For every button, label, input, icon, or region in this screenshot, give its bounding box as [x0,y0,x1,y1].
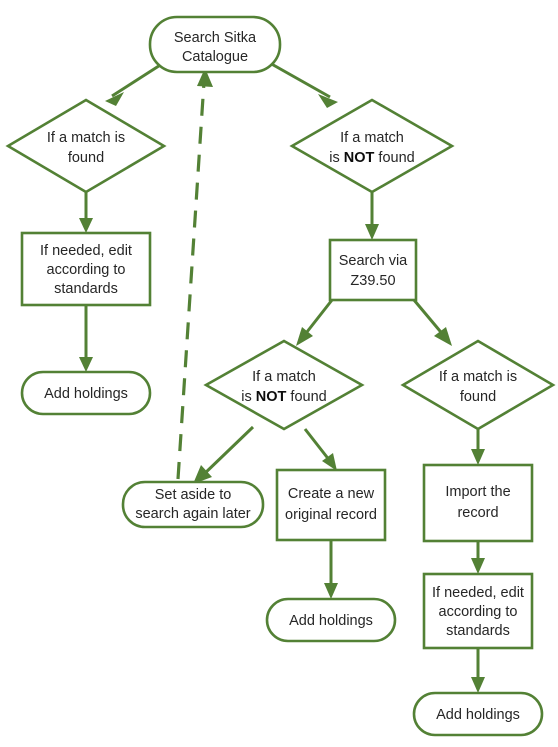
node-match-not-found-2[interactable]: If a match is NOT found [203,339,365,431]
edge-edit-standards-2-to-add-holdings-3 [471,648,485,693]
flowchart-diagram: Search Sitka Catalogue If a match is fou… [0,0,558,747]
edge-match-found-1-to-edit-standards-1 [79,192,93,233]
edge-match-not-found-1-to-search-z3950 [365,192,379,240]
edge-edit-standards-1-to-add-holdings-1 [79,305,93,372]
node-set-aside[interactable]: Set aside to search again later [121,480,265,529]
node-search-catalogue-line1: Search Sitka [174,30,257,46]
node-match-not-found-1[interactable]: If a match is NOT found [289,98,455,194]
node-add-holdings-1[interactable]: Add holdings [20,370,152,416]
edge-set-aside-to-search-catalogue-dashed [176,68,213,480]
node-search-z3950[interactable]: Search via Z39.50 [328,238,418,302]
nf1-c: found [374,150,414,166]
node-set-aside-line1: Set aside to [155,487,232,503]
node-import-record[interactable]: Import the record [422,463,534,543]
nf2-a: is [241,389,256,405]
edge-search-catalogue-to-match-not-found-1 [267,60,338,108]
node-set-aside-line2: search again later [135,506,250,522]
node-edit-standards-1[interactable]: If needed, edit according to standards [20,231,152,307]
node-match-found-2-line1: If a match is [439,369,517,385]
edge-match-not-found-2-to-set-aside [193,425,255,484]
node-match-found-1-line1: If a match is [47,130,125,146]
node-search-z3950-line1: Search via [339,253,408,269]
nf1-a: is [329,150,344,166]
node-match-not-found-2-line2: is NOT found [241,389,326,405]
node-add-holdings-1-label: Add holdings [44,386,128,402]
node-match-found-1[interactable]: If a match is found [5,98,167,194]
node-match-not-found-2-line1: If a match [252,369,316,385]
node-match-found-2-line2: found [460,389,496,405]
node-edit-standards-2-line2: according to [439,604,518,620]
node-edit-standards-2-line3: standards [446,623,510,639]
node-match-found-2[interactable]: If a match is found [400,339,556,431]
nf1-b: NOT [344,150,375,166]
node-create-record-line2: original record [285,507,377,523]
edge-search-catalogue-to-match-found-1 [105,60,166,106]
node-search-catalogue[interactable]: Search Sitka Catalogue [148,15,282,74]
node-edit-standards-2-line1: If needed, edit [432,585,524,601]
node-match-found-1-line2: found [68,150,104,166]
edge-match-not-found-2-to-create-record [303,428,337,471]
node-add-holdings-3[interactable]: Add holdings [412,691,544,737]
node-edit-standards-1-line1: If needed, edit [40,243,132,259]
edge-search-z3950-to-match-not-found-2 [296,299,334,346]
node-import-record-line1: Import the [445,484,510,500]
node-create-record-line1: Create a new [288,486,375,502]
node-add-holdings-2-label: Add holdings [289,613,373,629]
node-match-not-found-1-line2: is NOT found [329,150,414,166]
node-search-z3950-line2: Z39.50 [350,273,395,289]
nf2-b: NOT [256,389,287,405]
node-add-holdings-3-label: Add holdings [436,707,520,723]
nf2-c: found [286,389,326,405]
node-edit-standards-2[interactable]: If needed, edit according to standards [422,572,534,650]
node-edit-standards-1-line2: according to [47,262,126,278]
node-import-record-line2: record [457,505,498,521]
edge-search-z3950-to-match-found-2 [412,299,452,346]
node-match-not-found-1-line1: If a match [340,130,404,146]
edge-import-record-to-edit-standards-2 [471,541,485,574]
node-search-catalogue-line2: Catalogue [182,49,248,65]
edge-match-found-2-to-import-record [471,428,485,465]
edge-create-record-to-add-holdings-2 [324,540,338,599]
node-edit-standards-1-line3: standards [54,281,118,297]
node-create-record[interactable]: Create a new original record [275,468,387,542]
node-add-holdings-2[interactable]: Add holdings [265,597,397,643]
